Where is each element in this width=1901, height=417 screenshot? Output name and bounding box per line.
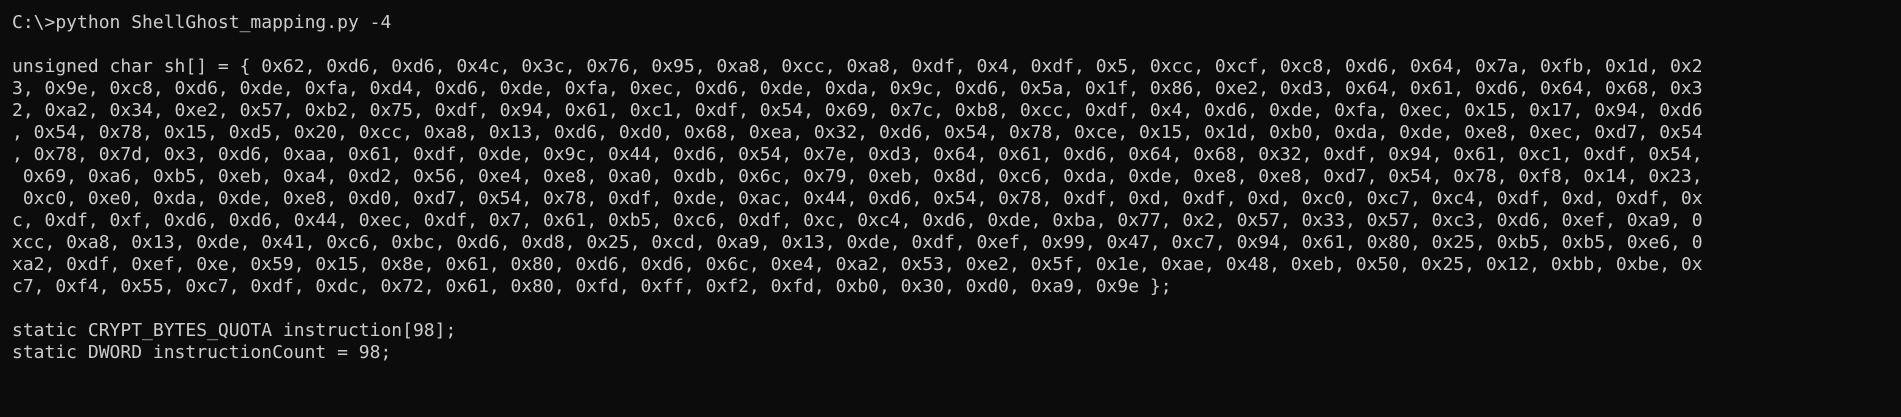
shellcode-line: c7, 0xf4, 0x55, 0xc7, 0xdf, 0xdc, 0x72, … bbox=[12, 276, 1172, 297]
instruction-count-declaration-line: static DWORD instructionCount = 98; bbox=[12, 342, 392, 363]
terminal-window[interactable]: C:\>python ShellGhost_mapping.py -4 unsi… bbox=[0, 0, 1901, 417]
instruction-declaration-line: static CRYPT_BYTES_QUOTA instruction[98]… bbox=[12, 320, 457, 341]
shellcode-line: xcc, 0xa8, 0x13, 0xde, 0x41, 0xc6, 0xbc,… bbox=[12, 232, 1703, 253]
command-line: C:\>python ShellGhost_mapping.py -4 bbox=[12, 12, 392, 33]
shellcode-line: 3, 0x9e, 0xc8, 0xd6, 0xde, 0xfa, 0xd4, 0… bbox=[12, 78, 1703, 99]
shellcode-line: , 0x78, 0x7d, 0x3, 0xd6, 0xaa, 0x61, 0xd… bbox=[12, 144, 1703, 165]
shellcode-line: 0xc0, 0xe0, 0xda, 0xde, 0xe8, 0xd0, 0xd7… bbox=[12, 188, 1703, 209]
shellcode-line: 2, 0xa2, 0x34, 0xe2, 0x57, 0xb2, 0x75, 0… bbox=[12, 100, 1703, 121]
shellcode-line: unsigned char sh[] = { 0x62, 0xd6, 0xd6,… bbox=[12, 56, 1703, 77]
shellcode-line: , 0x54, 0x78, 0x15, 0xd5, 0x20, 0xcc, 0x… bbox=[12, 122, 1703, 143]
shellcode-line: c, 0xdf, 0xf, 0xd6, 0xd6, 0x44, 0xec, 0x… bbox=[12, 210, 1703, 231]
shellcode-array-block: unsigned char sh[] = { 0x62, 0xd6, 0xd6,… bbox=[12, 56, 1901, 298]
shellcode-line: 0x69, 0xa6, 0xb5, 0xeb, 0xa4, 0xd2, 0x56… bbox=[12, 166, 1703, 187]
shellcode-line: xa2, 0xdf, 0xef, 0xe, 0x59, 0x15, 0x8e, … bbox=[12, 254, 1703, 275]
